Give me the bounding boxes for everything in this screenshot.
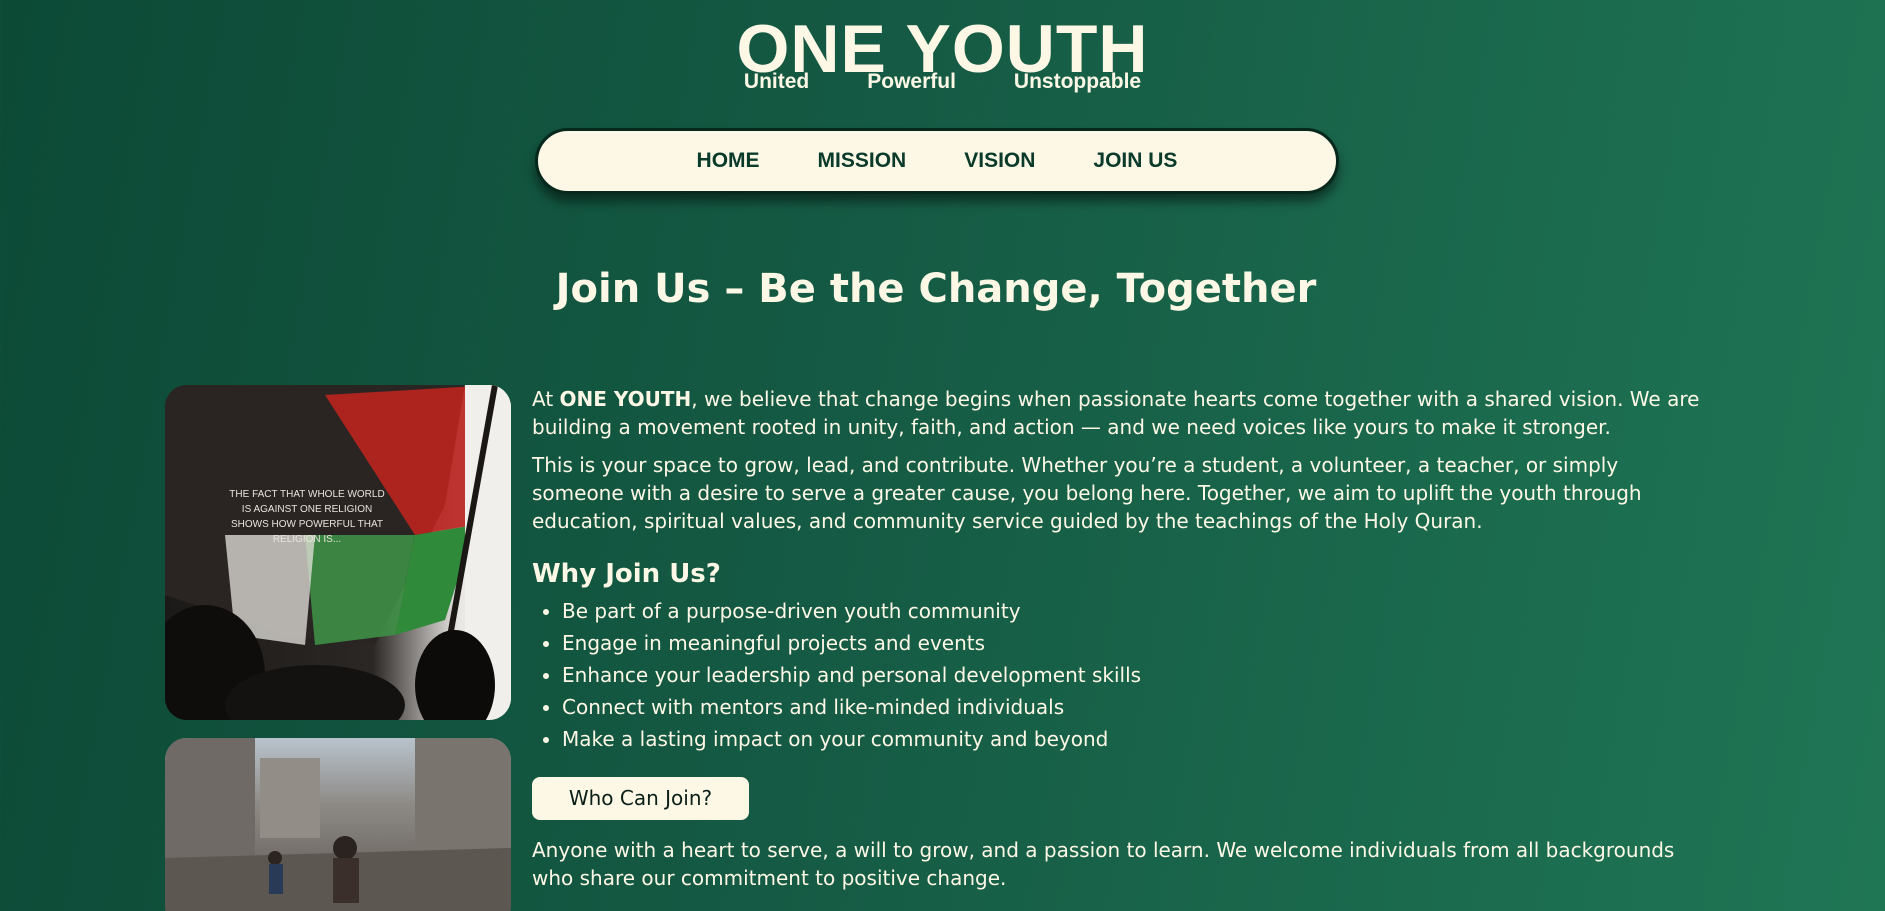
nav-mission[interactable]: MISSION [818, 149, 907, 173]
page-title: Join Us – Be the Change, Together [555, 266, 1317, 312]
nav-vision[interactable]: VISION [964, 149, 1035, 173]
nav-join-us[interactable]: JOIN US [1093, 149, 1177, 173]
main-nav: HOME MISSION VISION JOIN US [535, 128, 1339, 194]
intro-p1-rest: , we believe that change begins when pas… [532, 387, 1700, 439]
tagline-row: United Powerful Unstoppable [0, 70, 1885, 94]
tagline-powerful: Powerful [867, 70, 956, 93]
nav-home[interactable]: HOME [697, 149, 760, 173]
list-item: Be part of a purpose-driven youth commun… [562, 595, 1712, 627]
who-can-join-button[interactable]: Who Can Join? [532, 777, 749, 820]
intro-p1-prefix: At [532, 387, 560, 411]
tagline-unstoppable: Unstoppable [1013, 70, 1142, 93]
benefits-list: Be part of a purpose-driven youth commun… [532, 595, 1712, 755]
tagline-united: United [743, 70, 810, 93]
why-join-heading: Why Join Us? [532, 559, 721, 589]
list-item: Engage in meaningful projects and events [562, 627, 1712, 659]
intro-p1-brand: ONE YOUTH [559, 387, 692, 411]
join-content: At ONE YOUTH, we believe that change beg… [532, 385, 1712, 902]
list-item: Connect with mentors and like-minded ind… [562, 691, 1712, 723]
rubble-image [165, 738, 511, 911]
list-item: Enhance your leadership and personal dev… [562, 659, 1712, 691]
flag-image-caption: THE FACT THAT WHOLE WORLD IS AGAINST ONE… [229, 489, 385, 545]
who-can-join-text: Anyone with a heart to serve, a will to … [532, 838, 1675, 890]
list-item: Make a lasting impact on your community … [562, 723, 1712, 755]
palestine-flag-image: THE FACT THAT WHOLE WORLD IS AGAINST ONE… [165, 385, 511, 720]
rubble-illustration [165, 738, 511, 911]
flag-illustration [165, 385, 511, 720]
intro-paragraph-1: At ONE YOUTH, we believe that change beg… [532, 385, 1712, 441]
intro-paragraph-2: This is your space to grow, lead, and co… [532, 453, 1642, 533]
